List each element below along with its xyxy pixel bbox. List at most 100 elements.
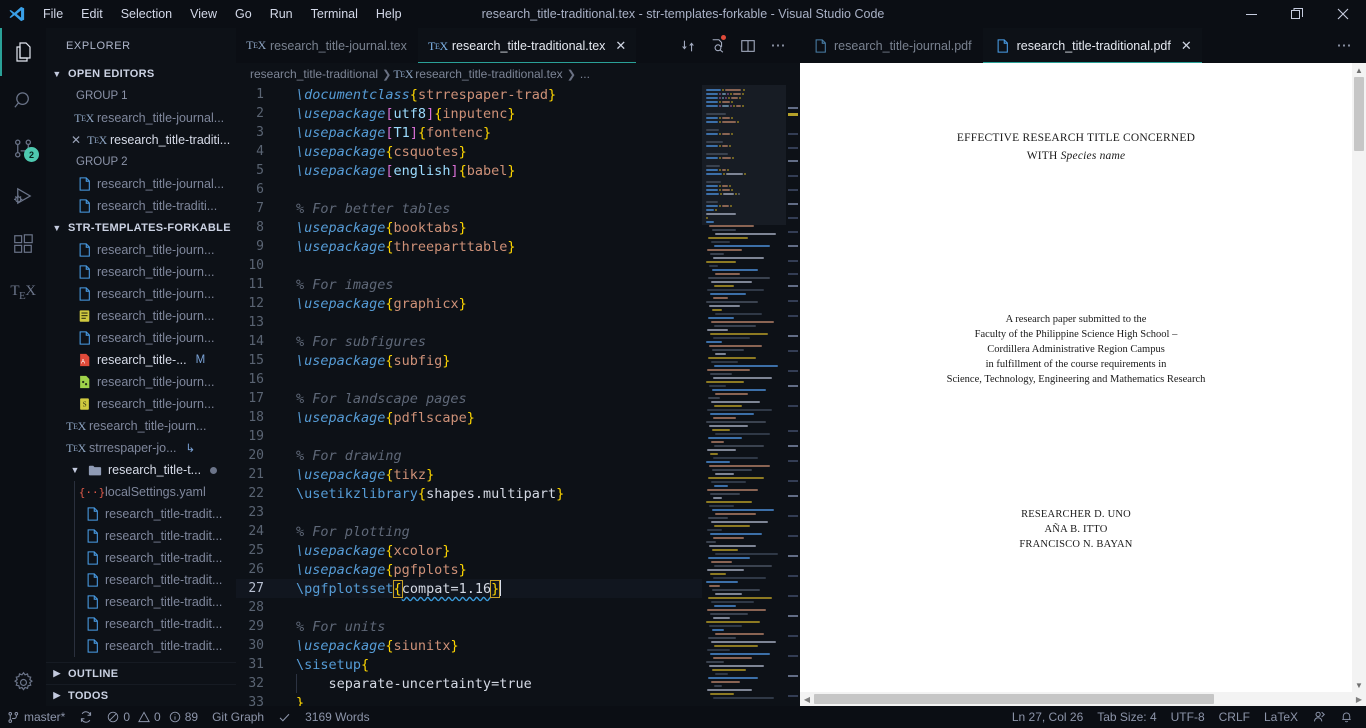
file-row[interactable]: research_title-tradit... bbox=[46, 613, 236, 635]
code-line[interactable]: 13 bbox=[236, 313, 702, 332]
code-line[interactable]: 33} bbox=[236, 693, 702, 707]
status-branch[interactable]: master* bbox=[0, 706, 72, 728]
code-line[interactable]: 16 bbox=[236, 370, 702, 389]
code-line[interactable]: 3 \usepackage[T1]{fontenc} bbox=[236, 123, 702, 142]
section-outline[interactable]: ▶ OUTLINE bbox=[46, 662, 236, 684]
view-latex-pdf-button[interactable] bbox=[704, 28, 732, 63]
editor-vertical-scrollbar[interactable] bbox=[786, 85, 800, 706]
file-row[interactable]: S research_title-journ... bbox=[46, 393, 236, 415]
status-git-graph[interactable]: Git Graph bbox=[205, 706, 271, 728]
open-editor-journal-tex[interactable]: TEX research_title-journal... bbox=[46, 107, 236, 129]
code-line[interactable]: 18 \usepackage{pdflscape} bbox=[236, 408, 702, 427]
file-row-pdf-modified[interactable]: A research_title-... M bbox=[46, 349, 236, 371]
menu-go[interactable]: Go bbox=[226, 4, 261, 24]
status-encoding[interactable]: UTF-8 bbox=[1164, 706, 1212, 728]
code-line[interactable]: 11 % For images bbox=[236, 275, 702, 294]
breadcrumb-file[interactable]: research_title-traditional.tex bbox=[415, 67, 562, 81]
code-line[interactable]: 7 % For better tables bbox=[236, 199, 702, 218]
tab-research-title-journal-pdf[interactable]: research_title-journal.pdf bbox=[800, 28, 983, 63]
pdf-page[interactable]: EFFECTIVE RESEARCH TITLE CONCERNED WITH … bbox=[800, 63, 1352, 692]
code-editor[interactable]: 1 \documentclass{strrespaper-trad} 2 \usepa… bbox=[236, 85, 702, 706]
breadcrumb-symbol[interactable]: ... bbox=[580, 67, 590, 81]
file-row[interactable]: research_title-tradit... bbox=[46, 635, 236, 657]
close-icon[interactable]: ✕ bbox=[68, 133, 84, 147]
status-latex-build[interactable] bbox=[271, 706, 298, 728]
code-line[interactable]: 27 \pgfplotsset{compat=1.16} bbox=[236, 579, 702, 598]
open-editor-journal-pdf[interactable]: research_title-journal... bbox=[46, 173, 236, 195]
close-icon[interactable]: ✕ bbox=[1181, 38, 1192, 54]
menu-run[interactable]: Run bbox=[261, 4, 302, 24]
file-row[interactable]: research_title-tradit... bbox=[46, 503, 236, 525]
status-language-mode[interactable]: LaTeX bbox=[1257, 706, 1305, 728]
split-editor-right-button[interactable] bbox=[734, 28, 762, 63]
file-row[interactable]: research_title-journ... bbox=[46, 261, 236, 283]
activity-run-and-debug[interactable] bbox=[0, 172, 46, 220]
section-todos[interactable]: ▶ TODOS bbox=[46, 684, 236, 706]
status-sync-changes[interactable] bbox=[72, 706, 100, 728]
pdf-vertical-scroll-thumb[interactable] bbox=[1354, 77, 1364, 151]
scroll-left-icon[interactable]: ◀ bbox=[800, 695, 814, 704]
pdf-vertical-scrollbar[interactable]: ▲ ▼ bbox=[1352, 63, 1366, 692]
code-line[interactable]: 30 \usepackage{siunitx} bbox=[236, 636, 702, 655]
file-row[interactable]: research_title-journ... bbox=[46, 283, 236, 305]
file-row[interactable]: research_title-journ... bbox=[46, 371, 236, 393]
activity-latex[interactable]: TEX bbox=[0, 268, 46, 316]
open-editor-traditional-tex[interactable]: ✕ TEX research_title-traditi... bbox=[46, 129, 236, 151]
code-line[interactable]: 28 bbox=[236, 598, 702, 617]
more-actions-button[interactable]: ⋯ bbox=[764, 28, 792, 63]
tab-research-title-traditional-pdf[interactable]: research_title-traditional.pdf ✕ bbox=[982, 28, 1203, 63]
menu-view[interactable]: View bbox=[181, 4, 226, 24]
file-row[interactable]: research_title-journ... bbox=[46, 239, 236, 261]
code-line[interactable]: 22 \usetikzlibrary{shapes.multipart} bbox=[236, 484, 702, 503]
close-icon[interactable]: ✕ bbox=[615, 38, 626, 54]
close-button[interactable] bbox=[1320, 0, 1366, 28]
code-line[interactable]: 20 % For drawing bbox=[236, 446, 702, 465]
code-line[interactable]: 24 % For plotting bbox=[236, 522, 702, 541]
file-row[interactable]: research_title-tradit... bbox=[46, 569, 236, 591]
file-row[interactable]: research_title-tradit... bbox=[46, 591, 236, 613]
menu-selection[interactable]: Selection bbox=[112, 4, 181, 24]
code-line[interactable]: 9 \usepackage{threeparttable} bbox=[236, 237, 702, 256]
pdf-horizontal-scroll-thumb[interactable] bbox=[814, 694, 1214, 704]
activity-source-control[interactable]: 2 bbox=[0, 124, 46, 172]
tab-research-title-journal-tex[interactable]: TEX research_title-journal.tex bbox=[236, 28, 418, 63]
status-word-count[interactable]: 3169 Words bbox=[298, 706, 376, 728]
more-actions-button[interactable]: ⋯ bbox=[1330, 28, 1358, 63]
code-line[interactable]: 32 separate-uncertainty=true bbox=[236, 674, 702, 693]
code-line[interactable]: 26 \usepackage{pgfplots} bbox=[236, 560, 702, 579]
tab-research-title-traditional-tex[interactable]: TEX research_title-traditional.tex ✕ bbox=[417, 28, 638, 63]
file-row[interactable]: TEX research_title-journ... bbox=[46, 415, 236, 437]
code-line[interactable]: 23 bbox=[236, 503, 702, 522]
maximize-restore-button[interactable] bbox=[1274, 0, 1320, 28]
code-line[interactable]: 17 % For landscape pages bbox=[236, 389, 702, 408]
scroll-down-icon[interactable]: ▼ bbox=[1352, 678, 1366, 692]
minimize-button[interactable] bbox=[1228, 0, 1274, 28]
code-line[interactable]: 8 \usepackage{booktabs} bbox=[236, 218, 702, 237]
code-line[interactable]: 5 \usepackage[english]{babel} bbox=[236, 161, 702, 180]
activity-explorer[interactable] bbox=[0, 28, 46, 76]
code-line[interactable]: 15 \usepackage{subfig} bbox=[236, 351, 702, 370]
scroll-right-icon[interactable]: ▶ bbox=[1352, 695, 1366, 704]
minimap[interactable] bbox=[702, 85, 786, 706]
activity-manage-settings[interactable] bbox=[0, 658, 46, 706]
menu-help[interactable]: Help bbox=[367, 4, 411, 24]
code-line[interactable]: 1 \documentclass{strrespaper-trad} bbox=[236, 85, 702, 104]
status-eol[interactable]: CRLF bbox=[1212, 706, 1257, 728]
activity-search[interactable] bbox=[0, 76, 46, 124]
code-line[interactable]: 14 % For subfigures bbox=[236, 332, 702, 351]
code-line[interactable]: 31 \sisetup{ bbox=[236, 655, 702, 674]
code-line[interactable]: 29 % For units bbox=[236, 617, 702, 636]
status-problems[interactable]: 0 0 89 bbox=[100, 706, 205, 728]
open-editor-traditional-pdf[interactable]: research_title-traditi... bbox=[46, 195, 236, 217]
code-line[interactable]: 21 \usepackage{tikz} bbox=[236, 465, 702, 484]
menu-edit[interactable]: Edit bbox=[72, 4, 112, 24]
breadcrumb-folder[interactable]: research_title-traditional bbox=[250, 67, 378, 81]
status-notifications[interactable] bbox=[1333, 706, 1360, 728]
code-line[interactable]: 10 bbox=[236, 256, 702, 275]
file-row[interactable]: research_title-journ... bbox=[46, 327, 236, 349]
file-row[interactable]: TEX strrespaper-jo... ↳ bbox=[46, 437, 236, 459]
status-indentation[interactable]: Tab Size: 4 bbox=[1090, 706, 1163, 728]
activity-extensions[interactable] bbox=[0, 220, 46, 268]
menu-file[interactable]: File bbox=[34, 4, 72, 24]
file-row[interactable]: research_title-tradit... bbox=[46, 547, 236, 569]
